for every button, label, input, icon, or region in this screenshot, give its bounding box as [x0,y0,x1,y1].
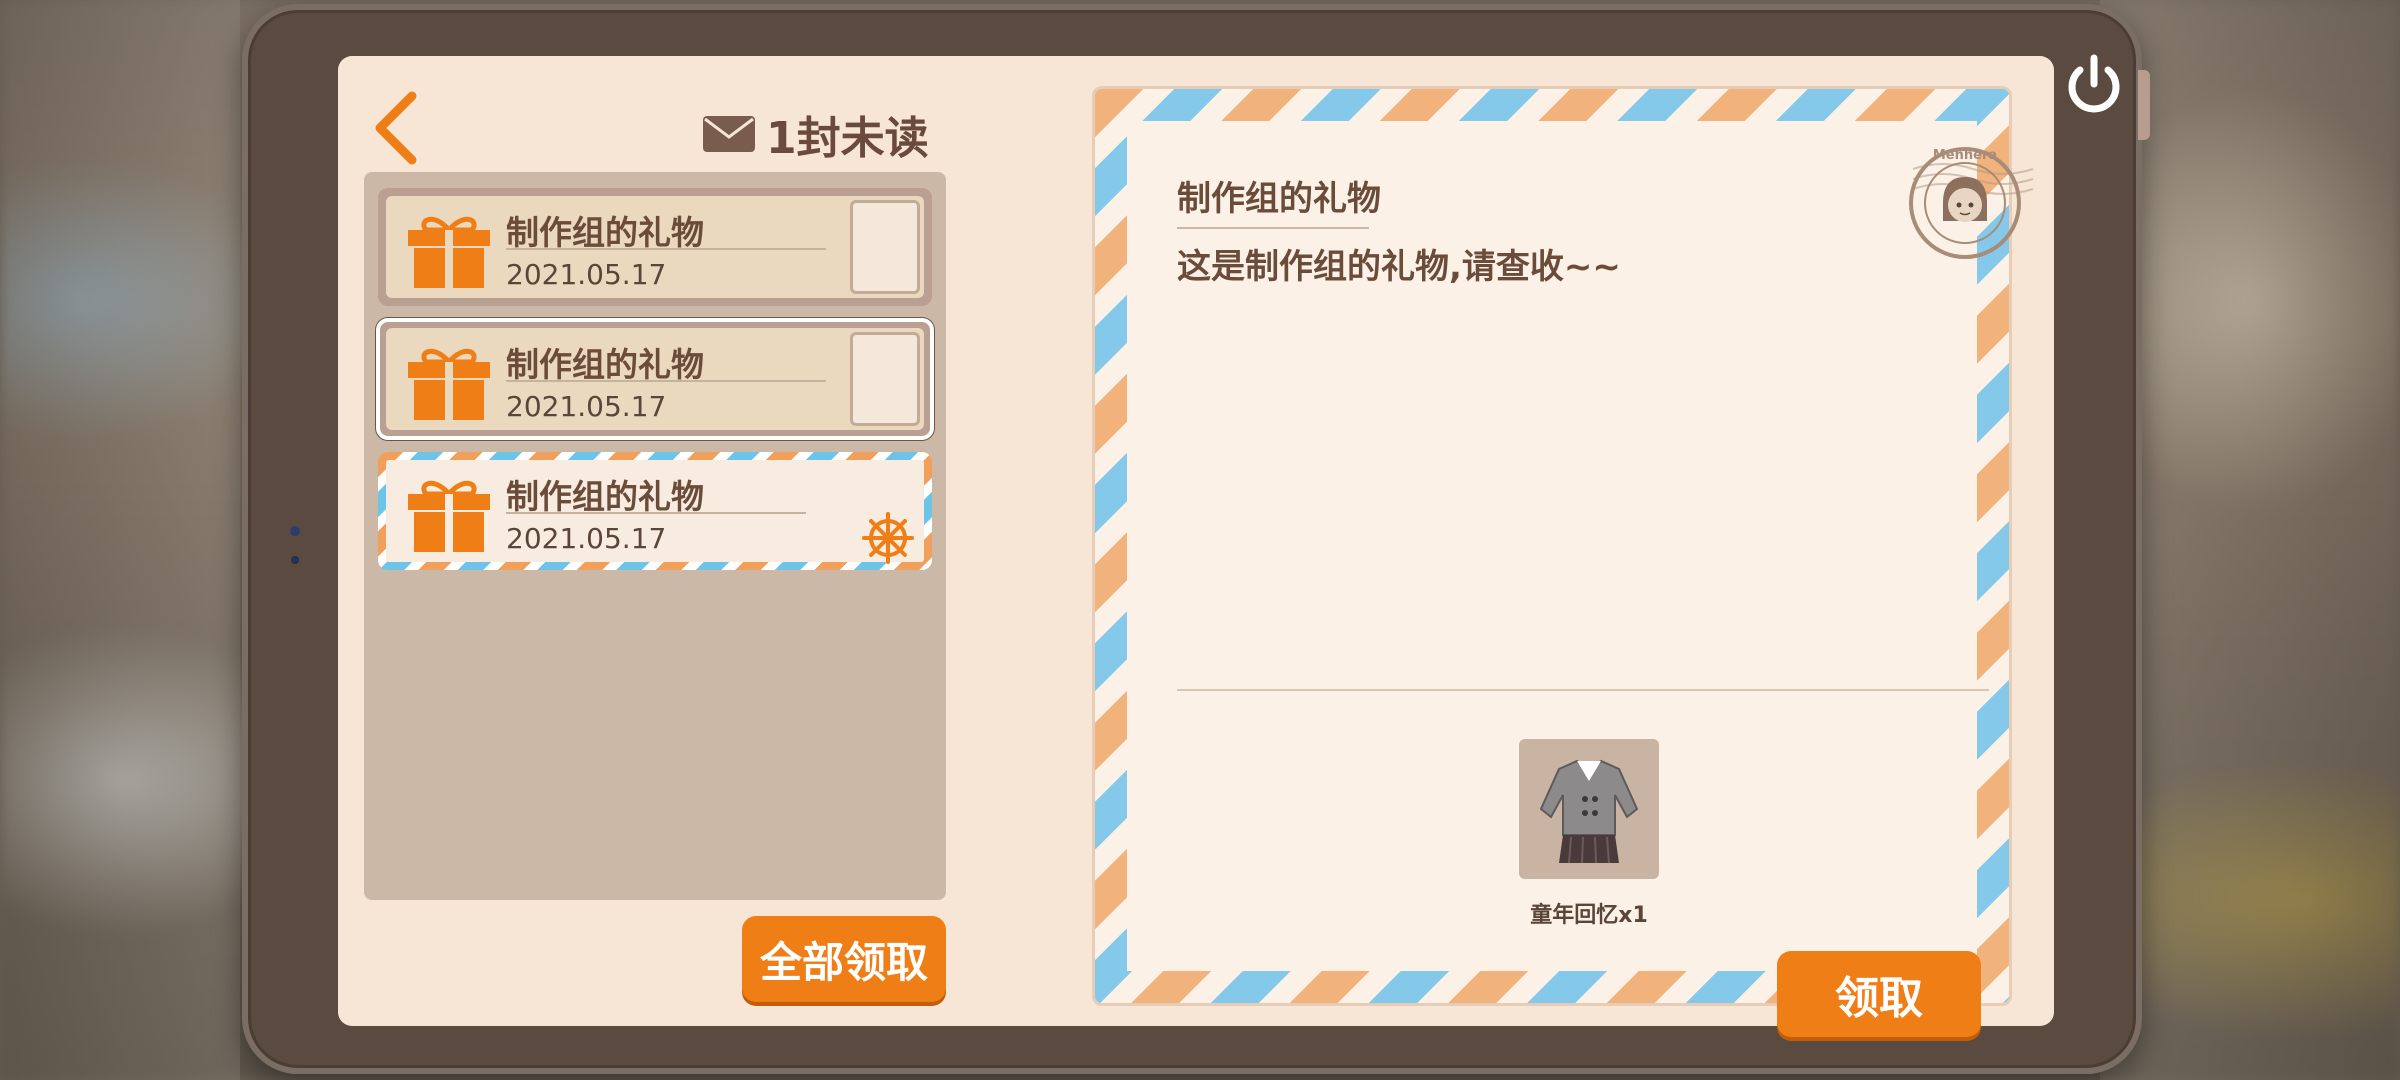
unread-counter: 1封未读 [702,102,929,166]
back-icon [375,91,417,165]
letter-divider [1177,689,1989,691]
letter-paper: 制作组的礼物 这是制作组的礼物,请查收~~ 童年回忆x1 领取 [1127,121,1989,1037]
mail-list[interactable]: 制作组的礼物 2021.05.17 制作组的礼物 2021.05.17 制作组的… [364,172,946,900]
mail-item[interactable]: 制作组的礼物 2021.05.17 [378,188,932,306]
outfit-icon [1539,759,1639,864]
gift-icon [408,216,490,288]
claim-all-button[interactable]: 全部领取 [742,916,946,1002]
sensor-dot [291,556,299,564]
camera-dot [290,526,300,536]
letter-title-underline [1177,227,1369,229]
mail-item-unread[interactable]: 制作组的礼物 2021.05.17 [378,452,932,570]
letter-title: 制作组的礼物 [1177,179,1381,219]
reward-item[interactable] [1519,739,1659,879]
letter-body: 这是制作组的礼物,请查收~~ [1177,247,1621,287]
tablet-frame: 1封未读 制作组的礼物 2021.05.17 制作组的礼物 2021.05.17… [242,4,2150,1074]
mail-title: 制作组的礼物 [506,477,704,516]
envelope-flap [850,200,920,294]
background-right [2100,0,2400,1080]
letter-envelope: 制作组的礼物 这是制作组的礼物,请查收~~ 童年回忆x1 领取 Menhera [1092,86,2034,1037]
power-icon [2068,54,2120,113]
mail-date: 2021.05.17 [506,522,667,555]
stamp-lettering: Menhera [1933,148,1997,163]
power-button[interactable] [2054,46,2134,126]
background-left [0,0,240,1080]
envelope-icon [703,116,755,152]
ship-wheel-icon [862,512,914,564]
unread-count-text: 1封未读 [766,113,929,164]
envelope-flap [850,332,920,426]
mail-date: 2021.05.17 [506,390,667,423]
mail-screen: 1封未读 制作组的礼物 2021.05.17 制作组的礼物 2021.05.17… [338,56,2054,1037]
tablet-side-button [2138,70,2150,140]
back-button[interactable] [368,88,424,168]
reward-label: 童年回忆x1 [1530,903,1648,928]
gift-icon [408,348,490,420]
mail-date: 2021.05.17 [506,258,667,291]
claim-button[interactable]: 领取 [1777,951,1981,1037]
mail-item-selected[interactable]: 制作组的礼物 2021.05.17 [376,318,934,440]
gift-icon [408,480,490,552]
mail-title: 制作组的礼物 [506,213,704,252]
stamp-icon: Menhera [1909,147,2034,259]
mail-title: 制作组的礼物 [506,345,704,384]
